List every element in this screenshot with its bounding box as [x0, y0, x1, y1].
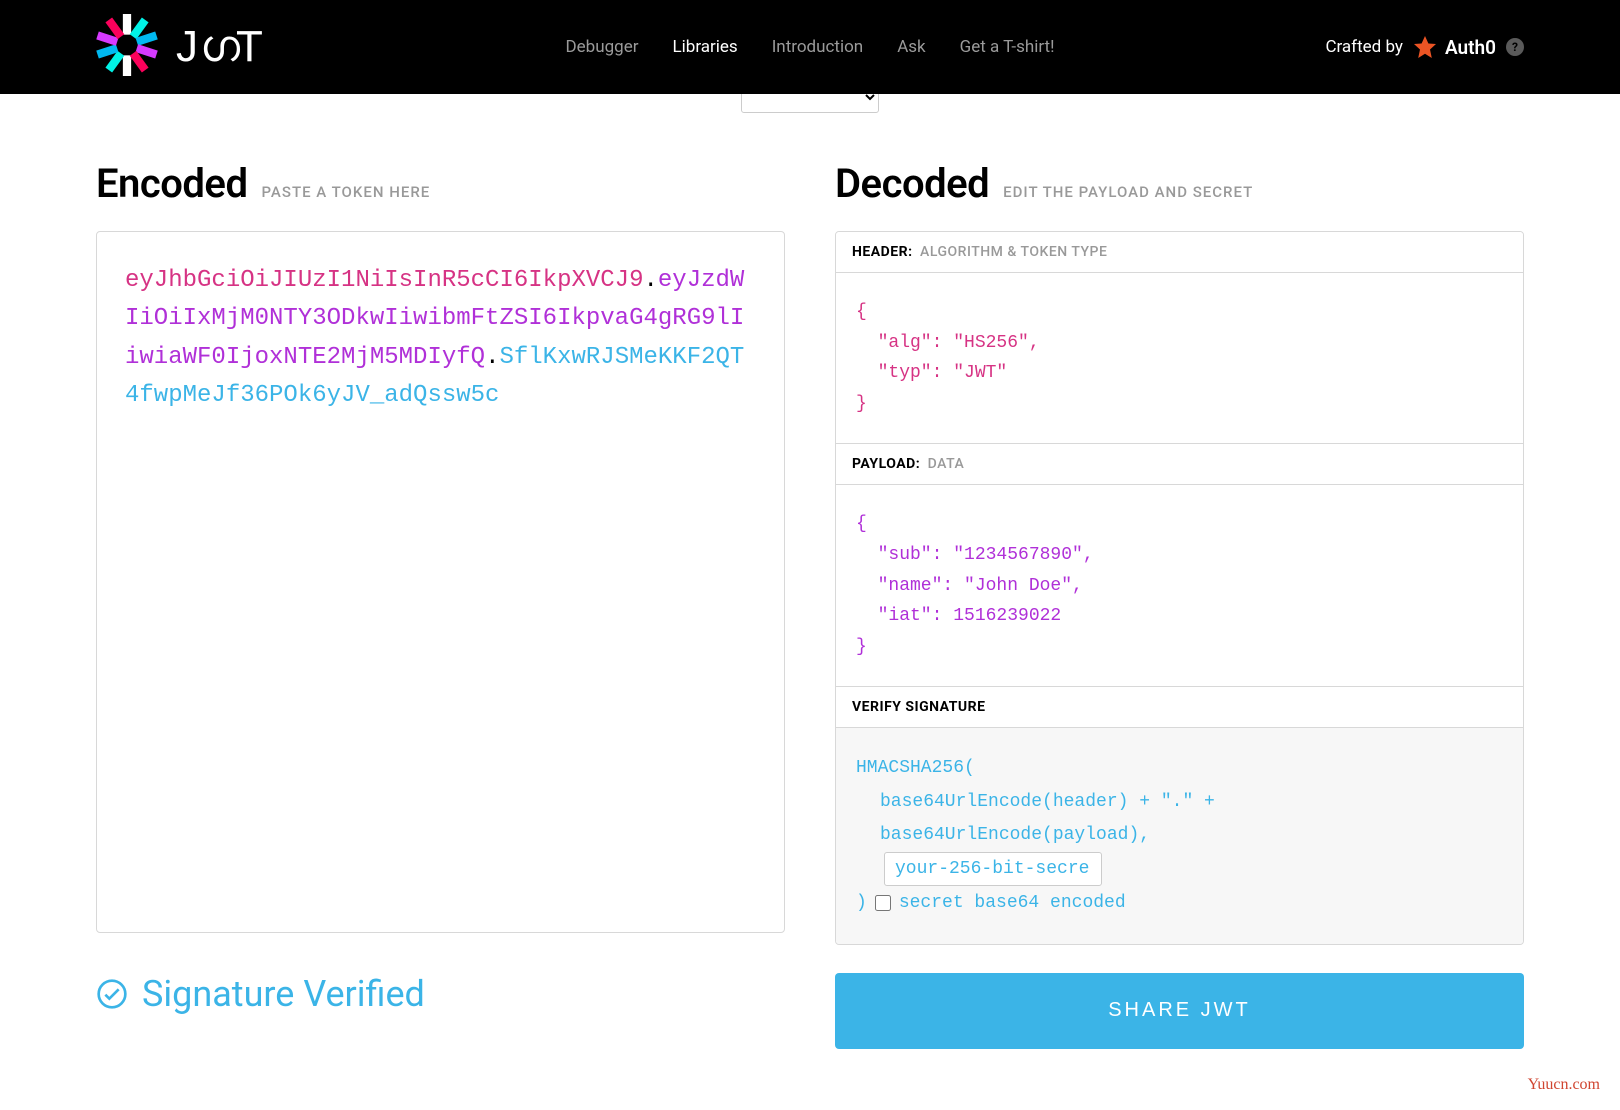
- encoded-column: Encoded PASTE A TOKEN HERE eyJhbGciOiJIU…: [96, 160, 785, 945]
- sig-fn: HMACSHA256(: [856, 752, 1511, 785]
- logo-text: JഗT: [176, 22, 265, 72]
- main-nav: Debugger Libraries Introduction Ask Get …: [566, 37, 1055, 57]
- crafted-label: Crafted by: [1325, 37, 1403, 57]
- secret-input[interactable]: [884, 852, 1102, 886]
- decoded-payload-sub: DATA: [928, 456, 965, 472]
- auth0-link[interactable]: Auth0: [1413, 35, 1496, 59]
- logo[interactable]: JഗT: [96, 14, 265, 80]
- decoded-header-label: HEADER:: [852, 244, 913, 260]
- decoded-payload-bar: PAYLOAD: DATA: [836, 444, 1523, 485]
- help-icon[interactable]: ?: [1506, 38, 1524, 56]
- check-circle-icon: [96, 978, 128, 1010]
- watermark: Yuucn.com: [1528, 1076, 1600, 1094]
- decoded-subtitle: EDIT THE PAYLOAD AND SECRET: [1003, 183, 1253, 201]
- verify-signature-bar: VERIFY SIGNATURE: [836, 687, 1523, 728]
- top-nav: JഗT Debugger Libraries Introduction Ask …: [0, 0, 1620, 94]
- nav-debugger[interactable]: Debugger: [566, 37, 639, 57]
- signature-status: Signature Verified: [96, 973, 785, 1015]
- auth0-icon: [1413, 35, 1437, 59]
- decoded-header-sub: ALGORITHM & TOKEN TYPE: [920, 244, 1107, 260]
- decoded-header-json: { "alg": "HS256", "typ": "JWT" }: [856, 297, 1503, 419]
- token-header-part: eyJhbGciOiJIUzI1NiIsInR5cCI6IkpXVCJ9: [125, 267, 643, 294]
- auth0-text: Auth0: [1445, 36, 1496, 59]
- secret-base64-checkbox[interactable]: [875, 895, 891, 911]
- nav-introduction[interactable]: Introduction: [772, 37, 864, 57]
- nav-libraries[interactable]: Libraries: [672, 37, 737, 57]
- verify-signature-body: HMACSHA256( base64UrlEncode(header) + ".…: [836, 728, 1523, 943]
- sig-line2: base64UrlEncode(payload),: [856, 819, 1511, 852]
- share-jwt-button[interactable]: SHARE JWT: [835, 973, 1524, 1049]
- decoded-payload-json: { "sub": "1234567890", "name": "John Doe…: [856, 509, 1503, 662]
- nav-ask[interactable]: Ask: [897, 37, 925, 57]
- encoded-subtitle: PASTE A TOKEN HERE: [261, 183, 430, 201]
- signature-status-text: Signature Verified: [142, 973, 425, 1015]
- decoded-payload-editor[interactable]: { "sub": "1234567890", "name": "John Doe…: [836, 485, 1523, 687]
- decoded-column: Decoded EDIT THE PAYLOAD AND SECRET HEAD…: [835, 160, 1524, 945]
- sig-line1: base64UrlEncode(header) + "." +: [856, 786, 1511, 819]
- algorithm-row: [0, 94, 1620, 124]
- secret-base64-label: secret base64 encoded: [899, 887, 1126, 920]
- crafted-by: Crafted by Auth0 ?: [1325, 35, 1524, 59]
- decoded-header-editor[interactable]: { "alg": "HS256", "typ": "JWT" }: [836, 273, 1523, 444]
- encoded-token-input[interactable]: eyJhbGciOiJIUzI1NiIsInR5cCI6IkpXVCJ9.eyJ…: [96, 231, 785, 933]
- nav-tshirt[interactable]: Get a T-shirt!: [960, 37, 1055, 57]
- decoded-payload-label: PAYLOAD:: [852, 456, 920, 472]
- jwt-logo-icon: [96, 14, 158, 80]
- encoded-title: Encoded: [96, 160, 247, 207]
- decoded-header-bar: HEADER: ALGORITHM & TOKEN TYPE: [836, 232, 1523, 273]
- decoded-title: Decoded: [835, 160, 989, 207]
- sig-close: ): [856, 887, 867, 920]
- verify-signature-label: VERIFY SIGNATURE: [852, 699, 986, 715]
